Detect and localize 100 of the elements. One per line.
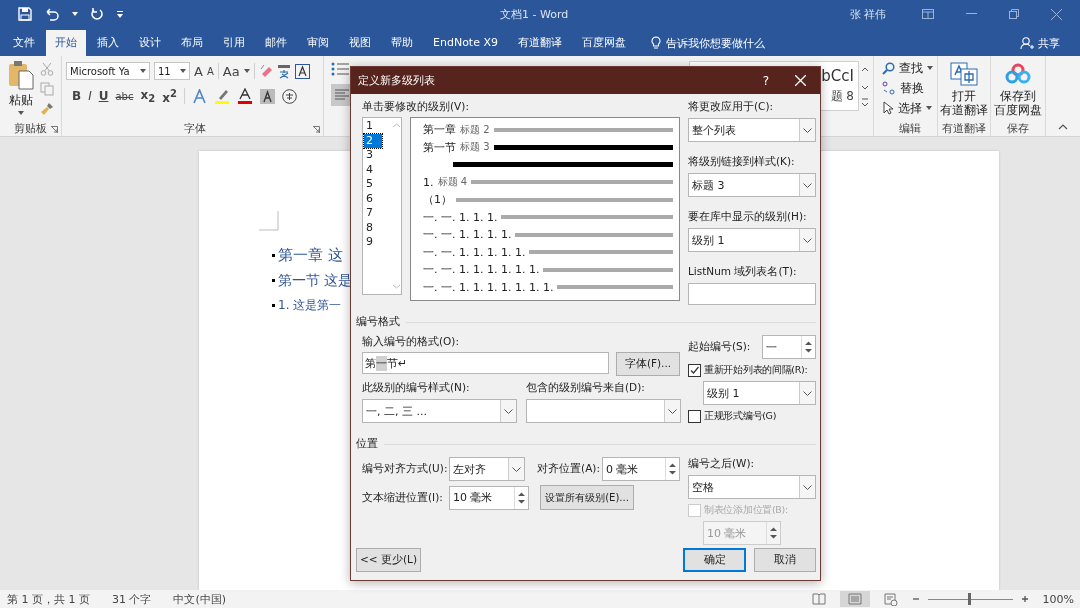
redo-icon[interactable] [90,7,104,21]
caret-icon[interactable] [927,66,933,70]
dialog-launcher-icon[interactable] [313,126,320,133]
chevron-down-icon[interactable] [803,390,812,396]
word-count[interactable]: 31 个字 [112,591,152,607]
ribbon-display-icon[interactable] [922,9,934,19]
paste-button[interactable]: 粘贴 [9,92,33,109]
customize-icon[interactable] [116,10,124,18]
ribbon-tab[interactable]: 文件 [4,30,44,56]
undo-icon[interactable] [44,7,60,21]
scrollbar-arrows-icon[interactable] [392,121,401,291]
text-effects-icon[interactable] [191,88,207,104]
ribbon-tab[interactable]: 有道翻译 [509,30,571,56]
font-style-button[interactable]: U [98,89,109,103]
start-at-spinner[interactable]: 一 [762,335,816,359]
level-list[interactable]: 1 2 3 4 5 6 7 8 9 [362,117,402,295]
chevron-down-icon[interactable] [803,237,812,243]
zoom-level[interactable]: 100% [1042,592,1074,606]
font-style-button[interactable]: I [88,89,92,103]
zoom-out-icon[interactable] [911,595,920,603]
font-style-button[interactable]: x$^{2}$ [162,87,177,105]
follow-number-dropdown[interactable]: 空格 [688,475,816,499]
caret-icon[interactable] [140,69,146,73]
user-name[interactable]: 张 祥伟 [849,6,886,22]
editing-button[interactable]: 查找 [899,59,923,77]
eraser-icon[interactable] [258,64,273,78]
editing-button[interactable]: 选择 [898,99,922,117]
ribbon-tab[interactable]: 开始 [46,30,86,56]
spinner-arrows-icon[interactable] [805,339,812,355]
number-style-dropdown[interactable]: 一, 二, 三 ... [362,399,517,423]
spinner-arrows-icon[interactable] [770,525,777,541]
grow-font-button[interactable]: A [194,63,203,79]
dialog-launcher-icon[interactable] [51,126,58,133]
level-item[interactable]: 9 [364,235,382,250]
level-item[interactable]: 2 [364,133,382,148]
alignment-dropdown[interactable]: 左对齐 [449,457,526,481]
set-all-levels-button[interactable]: 设置所有级别(E)... [540,485,634,510]
zoom-in-icon[interactable] [1020,595,1029,603]
level-item[interactable]: 3 [364,148,382,163]
level-item[interactable]: 8 [364,220,382,235]
web-layout-icon[interactable] [883,592,898,606]
less-button[interactable]: << 更少(L) [356,548,421,572]
listnum-name-field[interactable] [688,283,816,305]
restore-icon[interactable] [1009,9,1019,19]
help-button[interactable]: ? [762,73,769,88]
level-item[interactable]: 1 [364,119,382,134]
font-button[interactable]: 字体(F)... [616,352,680,376]
clipboard-icon[interactable] [8,60,34,90]
level-item[interactable]: 6 [364,191,382,206]
tell-me-field[interactable]: 告诉我你想要做什么 [666,35,765,51]
restart-level-dropdown[interactable]: 级别 1 [703,381,816,405]
caret-icon[interactable] [926,106,932,110]
level-item[interactable]: 5 [364,177,382,192]
save-icon[interactable] [18,7,32,21]
font-style-button[interactable]: x$_{2}$ [140,87,156,105]
ribbon-tab[interactable]: EndNote X9 [424,30,507,56]
ribbon-tab[interactable]: 布局 [172,30,212,56]
chevron-down-icon[interactable] [803,484,812,490]
cancel-button[interactable]: 取消 [754,548,816,572]
highlighter-icon[interactable] [213,88,230,104]
apply-to-dropdown[interactable]: 整个列表 [688,118,816,142]
shrink-font-button[interactable]: A [206,65,214,77]
aligned-at-spinner[interactable]: 0 毫米 [602,457,680,481]
ribbon-tab[interactable]: 设计 [130,30,170,56]
font-style-button[interactable]: B [72,89,82,103]
align-left-icon[interactable] [331,84,353,106]
editing-button[interactable]: 替换 [900,79,924,97]
bullet-list-icon[interactable] [331,62,349,76]
level-item[interactable]: 4 [364,162,382,177]
chevron-down-icon[interactable] [504,408,513,414]
ribbon-tab[interactable]: 审阅 [298,30,338,56]
caret-icon[interactable] [243,69,250,73]
font-style-button[interactable]: abc [115,90,134,102]
minimize-icon[interactable] [966,13,977,15]
ribbon-tab[interactable]: 引用 [214,30,254,56]
font-size-field[interactable]: 11 [154,62,190,80]
caret-icon[interactable] [180,69,186,73]
chevron-down-icon[interactable] [803,127,812,133]
font-name-field[interactable]: Microsoft Ya [66,62,150,80]
share-button[interactable]: 共享 [1038,35,1060,51]
font-color-icon[interactable] [236,88,253,104]
save-to-cloud-button[interactable]: 保存到 百度网盘 [994,89,1042,117]
read-mode-icon[interactable] [811,593,826,605]
gallery-level-dropdown[interactable]: 级别 1 [688,228,816,252]
change-case-button[interactable]: Aa [222,63,240,79]
ribbon-tab[interactable]: 插入 [88,30,128,56]
enclose-character-icon[interactable] [281,88,297,104]
ribbon-tab[interactable]: 视图 [340,30,380,56]
language-status[interactable]: 中文(中国) [173,591,227,607]
chevron-down-icon[interactable] [668,408,677,414]
character-shading-icon[interactable] [259,88,275,104]
phonetic-guide-icon[interactable] [276,63,291,79]
legal-numbering-checkbox[interactable]: 正规形式编号(G) [688,410,818,423]
ok-button[interactable]: 确定 [683,548,746,572]
link-style-dropdown[interactable]: 标题 3 [688,173,816,197]
text-indent-spinner[interactable]: 10 毫米 [449,485,529,510]
character-border-icon[interactable] [294,63,310,79]
open-translator-button[interactable]: 打开 有道翻译 [940,89,988,117]
spinner-arrows-icon[interactable] [669,461,676,477]
paintbrush-icon[interactable] [40,102,54,116]
